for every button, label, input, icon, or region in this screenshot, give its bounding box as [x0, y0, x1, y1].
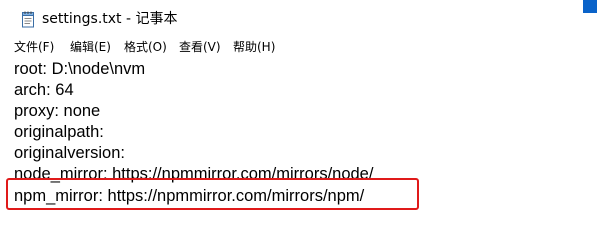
menu-file[interactable]: 文件(F) [14, 39, 54, 55]
text-line-proxy: proxy: none [14, 102, 101, 120]
text-line-root: root: D:\node\nvm [14, 60, 146, 78]
text-line-originalversion: originalversion: [14, 144, 125, 162]
notepad-window: settings.txt - 记事本 文件(F) 编辑(E) 格式(O) 查看(… [0, 0, 597, 225]
notepad-icon [20, 11, 36, 28]
window-title: settings.txt - 记事本 [42, 11, 178, 27]
title-bar[interactable]: settings.txt - 记事本 [0, 0, 597, 37]
text-line-arch: arch: 64 [14, 81, 74, 99]
text-line-node-mirror: node_mirror: https://npmmirror.com/mirro… [14, 165, 374, 183]
window-control-button[interactable] [583, 0, 597, 13]
menu-edit[interactable]: 编辑(E) [70, 39, 111, 55]
menu-bar: 文件(F) 编辑(E) 格式(O) 查看(V) 帮助(H) [0, 37, 597, 59]
text-line-npm-mirror: npm_mirror: https://npmmirror.com/mirror… [14, 187, 365, 205]
text-editor[interactable]: root: D:\node\nvm arch: 64 proxy: none o… [0, 59, 597, 225]
menu-help[interactable]: 帮助(H) [233, 39, 275, 55]
menu-format[interactable]: 格式(O) [124, 39, 167, 55]
text-line-originalpath: originalpath: [14, 123, 104, 141]
menu-view[interactable]: 查看(V) [179, 39, 221, 55]
